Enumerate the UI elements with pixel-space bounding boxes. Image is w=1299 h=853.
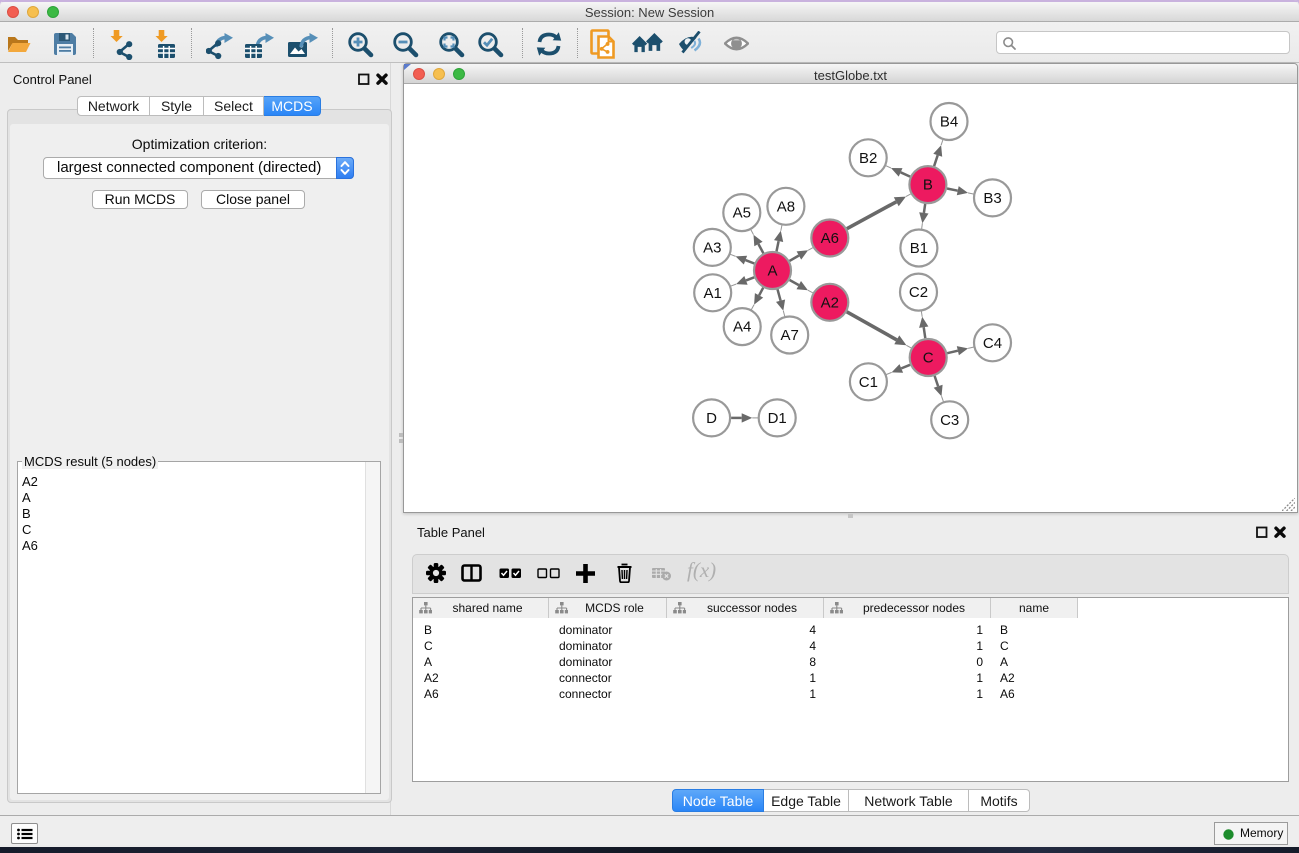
svg-text:C4: C4 — [983, 335, 1002, 352]
svg-text:A4: A4 — [733, 319, 751, 336]
svg-text:C: C — [923, 350, 934, 367]
svg-text:f(x): f(x) — [687, 560, 716, 582]
svg-text:A5: A5 — [733, 205, 751, 222]
svg-text:B2: B2 — [859, 150, 877, 167]
svg-text:C3: C3 — [940, 412, 959, 429]
svg-text:B: B — [923, 177, 933, 194]
svg-text:B4: B4 — [940, 114, 958, 131]
svg-text:A1: A1 — [704, 285, 722, 302]
svg-text:C2: C2 — [909, 284, 928, 301]
svg-text:D1: D1 — [768, 410, 787, 427]
svg-text:A: A — [767, 263, 777, 280]
svg-text:A8: A8 — [777, 198, 795, 215]
svg-text:A3: A3 — [703, 239, 721, 256]
svg-text:B1: B1 — [910, 240, 928, 257]
svg-text:A7: A7 — [781, 327, 799, 344]
svg-text:C1: C1 — [859, 374, 878, 391]
svg-text:B3: B3 — [983, 190, 1001, 207]
svg-text:D: D — [706, 410, 717, 427]
svg-text:A2: A2 — [821, 294, 839, 311]
svg-text:A6: A6 — [821, 230, 839, 247]
